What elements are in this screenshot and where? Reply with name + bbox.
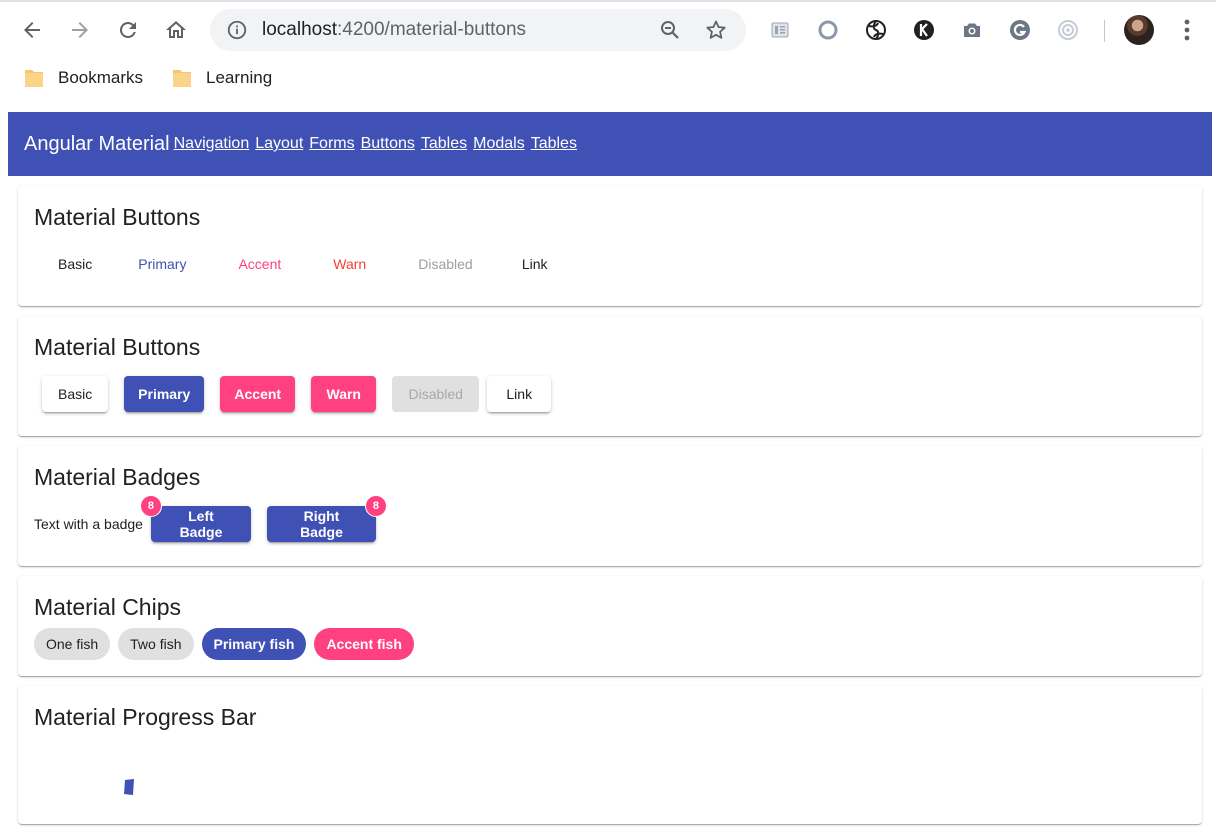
card-chips: Material Chips One fish Two fish Primary… <box>18 576 1202 676</box>
extension-camera[interactable] <box>958 16 986 44</box>
card-title: Material Progress Bar <box>34 704 257 730</box>
card-progress: Material Progress Bar <box>18 686 1202 824</box>
hexagon-swirl-icon <box>866 20 886 40</box>
bookmark-label: Learning <box>206 68 273 87</box>
bookmark-label: Bookmarks <box>58 68 144 87</box>
right-badge-host: Right Badge 8 <box>266 495 392 542</box>
extension-hexagon[interactable] <box>862 16 890 44</box>
bookmarks-bar: Bookmarks Learning <box>0 60 1216 96</box>
left-badge-count: 8 <box>139 495 162 517</box>
browser-chrome: localhost:4200/material-buttons Bookmark… <box>0 0 1216 104</box>
nav-link-buttons[interactable]: Buttons <box>361 135 415 153</box>
camera-icon <box>964 23 980 37</box>
flat-disabled-button: Disabled <box>396 246 494 282</box>
nav-link-navigation[interactable]: Navigation <box>174 135 250 153</box>
card-title: Material Buttons <box>34 204 201 230</box>
reload-button[interactable] <box>110 12 146 48</box>
url-text[interactable]: localhost:4200/material-buttons <box>262 19 526 41</box>
flat-primary-button[interactable]: Primary <box>116 246 208 282</box>
forward-button[interactable] <box>62 12 98 48</box>
flat-button-row: Basic Primary Accent Warn Disabled Link <box>42 246 575 282</box>
bookmark-star-icon[interactable] <box>704 18 728 42</box>
forward-arrow-icon <box>72 22 88 38</box>
back-button[interactable] <box>14 12 50 48</box>
browser-toolbar: localhost:4200/material-buttons <box>0 2 1216 58</box>
badge-text: Text with a badge <box>34 516 143 532</box>
left-badge-host: Left Badge 8 <box>139 495 267 542</box>
extension-reader[interactable] <box>766 16 794 44</box>
left-badge-button[interactable]: Left Badge <box>150 506 251 542</box>
flat-link-button[interactable]: Link <box>503 246 567 282</box>
k-logo-icon <box>914 20 934 40</box>
chip-primary-fish[interactable]: Primary fish <box>201 628 307 660</box>
raised-basic-button[interactable]: Basic <box>42 376 109 412</box>
card-title: Material Buttons <box>34 334 201 360</box>
flat-accent-button[interactable]: Accent <box>216 246 303 282</box>
chip-one-fish[interactable]: One fish <box>34 628 111 660</box>
raised-primary-button[interactable]: Primary <box>124 376 205 412</box>
toolbar-separator <box>1104 20 1105 42</box>
nav-link-modals[interactable]: Modals <box>473 135 525 153</box>
chip-accent-fish[interactable]: Accent fish <box>314 628 414 660</box>
app-toolbar: Angular Material Navigation Layout Forms… <box>8 112 1212 176</box>
card-badges: Material Badges Text with a badge Left B… <box>18 446 1202 566</box>
bookmark-folder-learning[interactable]: Learning <box>172 64 272 92</box>
folder-icon <box>25 70 43 87</box>
app-title: Angular Material <box>24 132 170 155</box>
card-raised-buttons: Material Buttons Basic Primary Accent Wa… <box>18 316 1202 436</box>
nav-link-tables-2[interactable]: Tables <box>531 135 577 153</box>
target-icon <box>1058 20 1078 40</box>
profile-avatar[interactable] <box>1124 15 1154 45</box>
progress-spinner <box>124 779 134 795</box>
raised-link-button[interactable]: Link <box>487 376 552 412</box>
address-bar[interactable]: localhost:4200/material-buttons <box>210 9 746 51</box>
grammarly-g-icon <box>1010 20 1030 40</box>
nav-link-forms[interactable]: Forms <box>309 135 354 153</box>
home-button[interactable] <box>158 12 194 48</box>
raised-disabled-button: Disabled <box>392 376 480 412</box>
card-flat-buttons: Material Buttons Basic Primary Accent Wa… <box>18 186 1202 306</box>
bookmark-folder-bookmarks[interactable]: Bookmarks <box>24 64 143 92</box>
flat-warn-button[interactable]: Warn <box>311 246 388 282</box>
more-vert-icon[interactable] <box>1176 16 1198 44</box>
folder-icon <box>173 70 191 87</box>
card-title: Material Badges <box>34 464 201 490</box>
right-badge-button[interactable]: Right Badge <box>266 506 376 542</box>
extension-grammarly[interactable] <box>1006 16 1034 44</box>
zoom-out-icon[interactable] <box>658 18 682 42</box>
flat-basic-button[interactable]: Basic <box>42 246 108 282</box>
info-icon[interactable] <box>226 19 248 41</box>
extension-target[interactable] <box>1054 16 1082 44</box>
raised-button-row: Basic Primary Accent Warn Disabled Link <box>42 376 567 412</box>
extension-k[interactable] <box>910 16 938 44</box>
ring-icon <box>818 20 838 40</box>
extension-ring[interactable] <box>814 16 842 44</box>
right-badge-count: 8 <box>364 495 387 517</box>
raised-warn-button[interactable]: Warn <box>311 376 377 412</box>
chip-two-fish[interactable]: Two fish <box>118 628 194 660</box>
nav-link-tables[interactable]: Tables <box>421 135 467 153</box>
badge-row: Text with a badge Left Badge 8 Right Bad… <box>34 495 392 542</box>
card-title: Material Chips <box>34 594 181 620</box>
reader-mode-icon <box>771 22 789 38</box>
nav-link-layout[interactable]: Layout <box>255 135 303 153</box>
home-icon <box>166 21 186 38</box>
back-arrow-icon <box>24 22 40 38</box>
raised-accent-button[interactable]: Accent <box>220 376 296 412</box>
chip-list: One fish Two fish Primary fish Accent fi… <box>34 628 422 660</box>
reload-icon <box>119 21 136 38</box>
